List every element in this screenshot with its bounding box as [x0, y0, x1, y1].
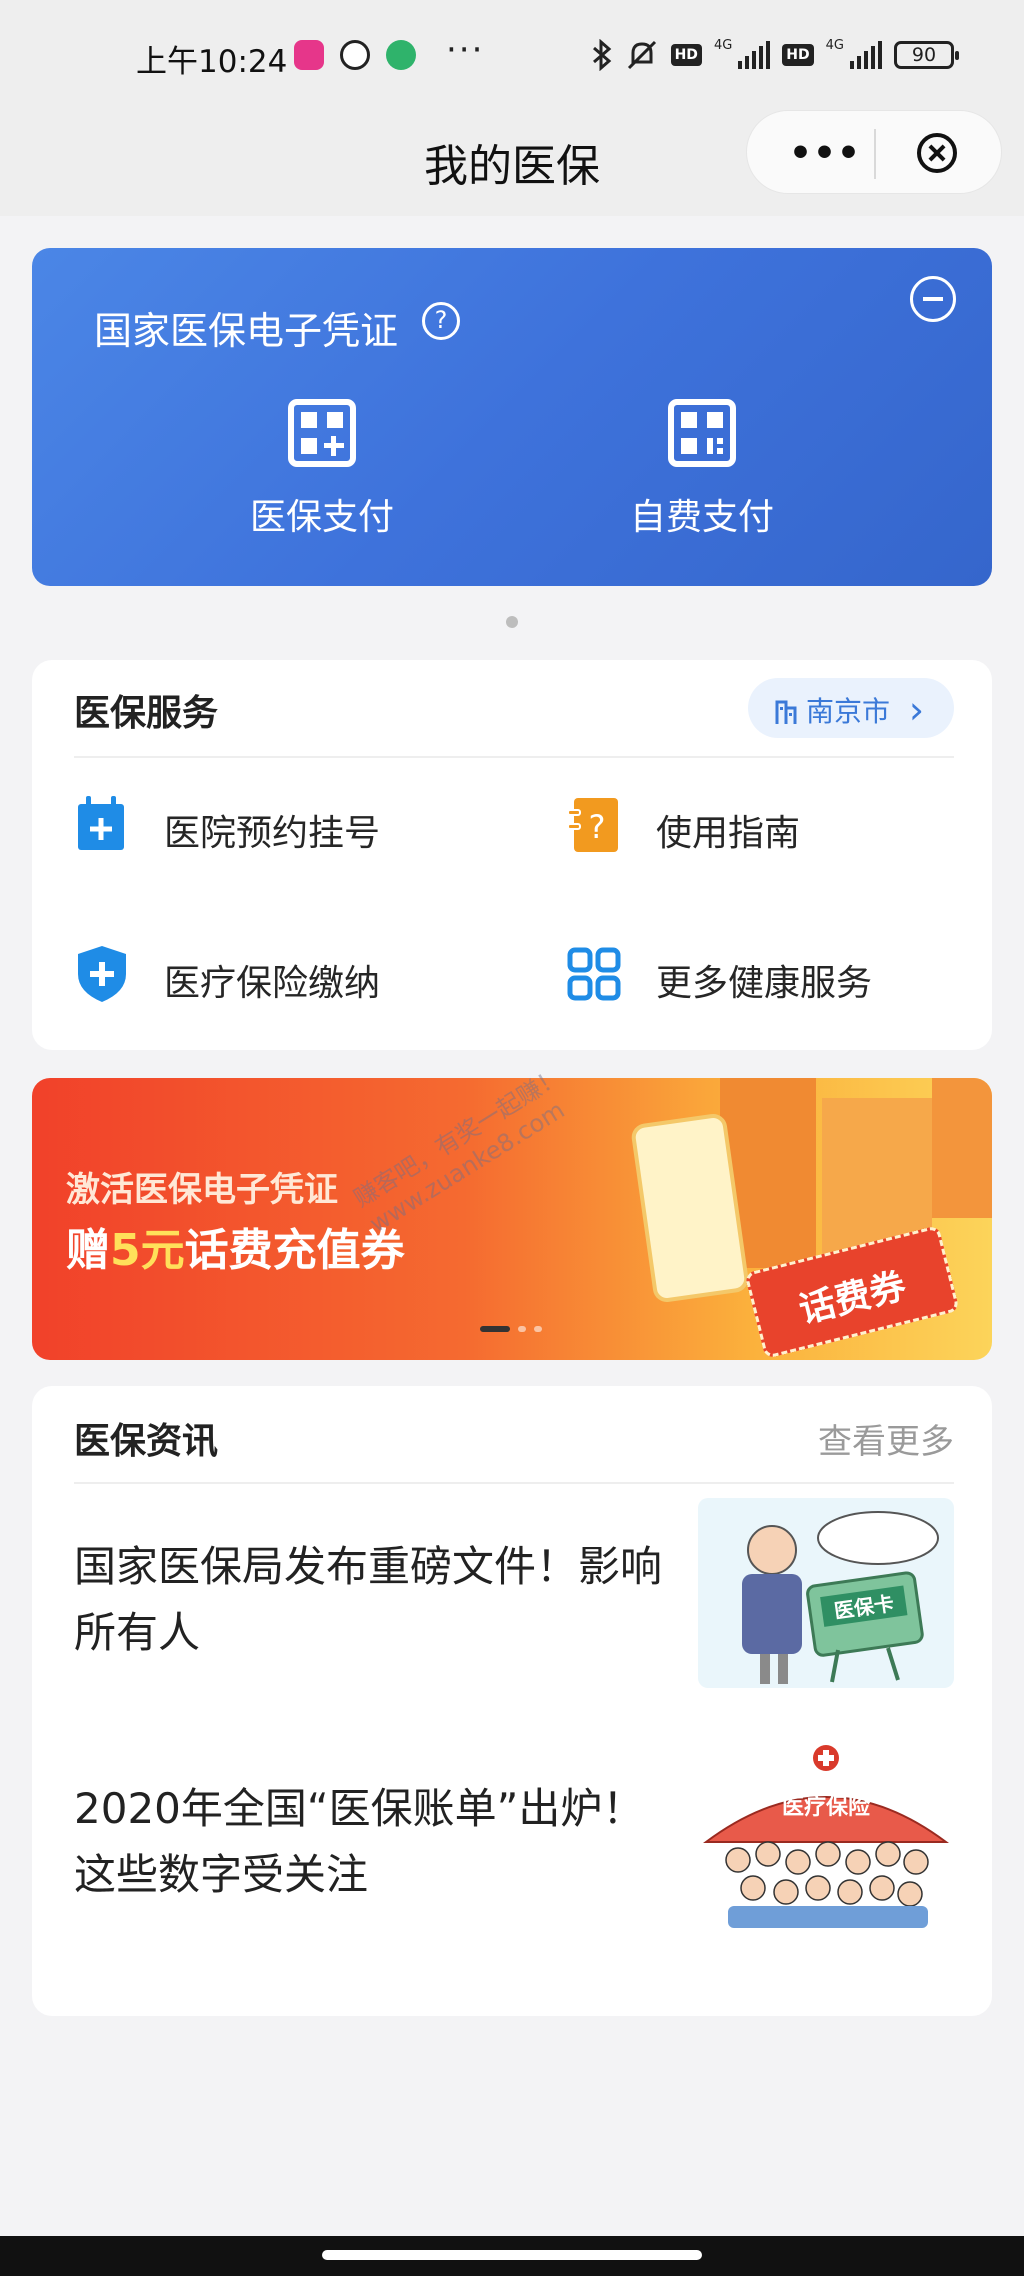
- grid-apps-icon: [567, 947, 621, 1001]
- service-item-appointment[interactable]: 医院预约挂号: [74, 794, 494, 858]
- banner-highlight: 5元: [110, 1225, 185, 1276]
- hd-badge: HD: [670, 44, 702, 66]
- news-section-title: 医保资讯: [74, 1421, 219, 1462]
- service-item-label: 使用指南: [656, 813, 801, 854]
- sf-express-icon: [340, 40, 370, 70]
- bluetooth-icon: [592, 39, 611, 71]
- status-more-dots: ···: [446, 30, 485, 70]
- banner-pager-dot: [480, 1326, 510, 1332]
- close-circle-icon[interactable]: [917, 133, 957, 173]
- thumb-umbrella-label: 医疗保险: [782, 1794, 871, 1820]
- building-icon: [775, 700, 797, 724]
- news-item-title: 2020年全国“医保账单”出炉！这些数字受关注: [74, 1784, 645, 1899]
- battery-icon: 90: [894, 41, 959, 69]
- network-type: 4G: [713, 37, 733, 53]
- signal-icon-2: [850, 41, 882, 69]
- home-indicator[interactable]: [322, 2250, 702, 2260]
- news-item-title: 国家医保局发布重磅文件！影响所有人: [74, 1542, 663, 1657]
- mute-bell-icon: [627, 40, 656, 70]
- service-item-label: 医疗保险缴纳: [164, 963, 381, 1004]
- capsule-divider: [874, 129, 876, 179]
- service-divider: [74, 756, 954, 758]
- guide-question-icon: ?: [567, 798, 618, 852]
- medical-qr-icon: [288, 399, 356, 467]
- self-pay-label: 自费支付: [629, 497, 774, 538]
- service-item-guide[interactable]: ? 使用指南: [566, 794, 946, 858]
- medical-pay-label: 医保支付: [249, 497, 394, 538]
- shield-plus-icon: [78, 946, 126, 1002]
- medical-card-cartoon: 医保卡: [698, 1498, 954, 1688]
- news-item[interactable]: 2020年全国“医保账单”出炉！这些数字受关注 医疗保险: [74, 1742, 954, 2006]
- signal-icon: [738, 41, 771, 69]
- collapse-icon[interactable]: [910, 276, 956, 322]
- network-type-2: 4G: [825, 37, 844, 53]
- nav-bar: 我的医保 •••: [0, 110, 1024, 216]
- self-pay-qr-icon: [668, 399, 736, 467]
- app-notification-icon: [294, 40, 324, 70]
- self-pay-button[interactable]: 自费支付: [582, 398, 822, 548]
- mini-program-capsule: •••: [746, 110, 1002, 194]
- status-right-group: HD 4G HD 4G 90: [591, 37, 959, 72]
- banner-line-2: 赠5元话费充值券: [66, 1214, 405, 1278]
- banner-pager-dot: [534, 1326, 542, 1332]
- medical-pay-button[interactable]: 医保支付: [202, 398, 442, 548]
- banner-line-2-pre: 赠: [66, 1225, 110, 1276]
- more-dots-icon[interactable]: •••: [789, 133, 861, 174]
- app-leaf-icon: [386, 40, 416, 70]
- service-item-label: 医院预约挂号: [164, 813, 381, 854]
- news-item[interactable]: 国家医保局发布重磅文件！影响所有人 医保卡: [74, 1498, 954, 1748]
- news-thumbnail: 医疗保险: [698, 1742, 954, 1932]
- banner-building-illustration: [932, 1078, 992, 1218]
- card-pager-dot: [506, 616, 518, 628]
- svg-text:?: ?: [589, 808, 606, 846]
- coupon-label: 话费券: [795, 1265, 910, 1332]
- banner-line-1: 激活医保电子凭证: [66, 1170, 338, 1210]
- service-section-title: 医保服务: [74, 693, 219, 734]
- medical-certificate-card: 国家医保电子凭证 ? 医保支付 自费支付: [32, 248, 992, 586]
- service-item-label: 更多健康服务: [656, 963, 873, 1004]
- banner-pager-dot: [518, 1326, 526, 1332]
- certificate-title: 国家医保电子凭证: [94, 309, 399, 353]
- medical-news-card: 医保资讯 查看更多 国家医保局发布重磅文件！影响所有人 医保卡 2020年全国“…: [32, 1386, 992, 2016]
- news-thumbnail: 医保卡: [698, 1498, 954, 1688]
- city-selector[interactable]: 南京市 ›: [748, 678, 954, 738]
- banner-line-2-post: 话费充值券: [184, 1225, 405, 1276]
- medical-insurance-umbrella-cartoon: 医疗保险: [698, 1742, 954, 1932]
- chevron-right-icon: ›: [908, 688, 925, 732]
- help-icon[interactable]: ?: [422, 302, 460, 340]
- news-divider: [74, 1482, 954, 1484]
- news-more-link[interactable]: 查看更多: [818, 1414, 954, 1463]
- status-bar: 上午10:24 ··· HD 4G HD 4G 90: [0, 0, 1024, 110]
- service-item-insurance-payment[interactable]: 医疗保险缴纳: [74, 944, 494, 1008]
- banner-pager: [480, 1326, 542, 1332]
- service-item-more-health[interactable]: 更多健康服务: [566, 944, 946, 1008]
- medical-service-card: 医保服务 南京市 › 医院预约挂号 ? 使用指南 医疗保险缴纳 更多健康服务: [32, 660, 992, 1050]
- city-name: 南京市: [806, 695, 891, 728]
- calendar-plus-icon: [78, 796, 124, 850]
- hd-badge-2: HD: [782, 44, 814, 66]
- status-time: 上午10:24: [136, 44, 288, 80]
